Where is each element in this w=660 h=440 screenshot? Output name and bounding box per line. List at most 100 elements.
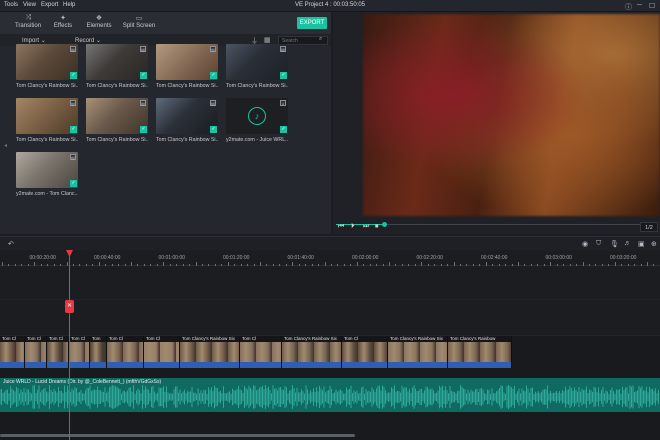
media-clip[interactable]: ▤ ✓ Tom Clancy's Rainbow Si... <box>86 44 148 89</box>
grid-view-icon[interactable]: ▦ <box>264 36 271 44</box>
info-icon[interactable]: ⓘ <box>625 2 632 12</box>
video-audio-wave <box>0 362 24 368</box>
progress-handle[interactable] <box>382 222 387 227</box>
transition-icon: ⤨ <box>25 14 31 21</box>
video-clip[interactable]: Tom Cl <box>25 336 47 368</box>
media-clip-name: y2mate.com - Juice WRL... <box>226 137 288 143</box>
video-audio-wave <box>90 362 106 368</box>
audio-thumbnail[interactable]: ♪ ♫ ✓ <box>226 98 288 134</box>
search-icon[interactable]: ⌕ <box>319 36 322 43</box>
zoom-icon[interactable]: ⊕ <box>651 240 657 248</box>
added-check-icon: ✓ <box>280 126 287 133</box>
media-clip-name: Tom Clancy's Rainbow Si... <box>16 137 78 143</box>
audio-type-icon: ♫ <box>280 100 286 106</box>
ruler-time-label: 00:03:00:00 <box>545 255 572 261</box>
export-button[interactable]: EXPORT <box>297 17 327 29</box>
prev-frame-icon[interactable]: ⏮ <box>338 223 344 231</box>
video-audio-wave <box>107 362 143 368</box>
ruler-time-label: 00:00:40:00 <box>94 255 121 261</box>
video-frames <box>240 342 281 362</box>
media-clip[interactable]: ▤ ✓ y2mate.com - Tom Clanc... <box>16 152 78 197</box>
empty-track <box>0 266 660 300</box>
video-track: Tom Cl Tom Cl Tom Cl Tom Cl Tom Tom Cl Tom Cl T… <box>0 336 660 368</box>
ruler-time-label: 00:02:20:00 <box>416 255 443 261</box>
window-title: VE Project 4 : 00:03:50:05 <box>294 2 366 8</box>
video-clip[interactable]: Tom Clancy's Rainbow <box>448 336 512 368</box>
media-clip-name: y2mate.com - Tom Clanc... <box>16 191 78 197</box>
media-clip[interactable]: ▤ ✓ Tom Clancy's Rainbow Si... <box>226 44 288 89</box>
shield-icon[interactable]: ⛉ <box>596 240 601 248</box>
video-thumbnail[interactable]: ▤ ✓ <box>16 44 78 80</box>
preview-video[interactable] <box>363 14 660 216</box>
video-clip[interactable]: Tom <box>90 336 107 368</box>
undo-icon[interactable]: ↶ <box>8 240 14 248</box>
video-thumbnail[interactable]: ▤ ✓ <box>226 44 288 80</box>
video-clip[interactable]: Tom Cl <box>69 336 90 368</box>
video-type-icon: ▤ <box>70 154 76 160</box>
video-clip[interactable]: Tom Clancy's Rainbow Six <box>180 336 240 368</box>
added-check-icon: ✓ <box>140 72 147 79</box>
play-icon[interactable]: ⏵ <box>351 223 355 231</box>
tool-elements[interactable]: ❖ Elements <box>82 14 116 29</box>
playhead-marker[interactable]: ✕ <box>65 300 74 313</box>
tool-split-screen[interactable]: ▭ Split Screen <box>120 14 158 29</box>
collapse-arrow-icon[interactable]: ◂ <box>4 142 7 149</box>
timeline-ruler[interactable]: 00:00:20:00 00:00:40:00 00:01:00:00 00:01:2… <box>0 250 660 266</box>
media-clip[interactable]: ▤ ✓ Tom Clancy's Rainbow Si... <box>16 98 78 143</box>
video-thumbnail[interactable]: ▤ ✓ <box>156 44 218 80</box>
empty-track <box>0 300 660 336</box>
record-dropdown[interactable]: Record ⌄ <box>75 37 101 44</box>
ruler-time-label: 00:01:00:00 <box>158 255 185 261</box>
added-check-icon: ✓ <box>70 72 77 79</box>
preview-progress-bar[interactable] <box>336 222 656 227</box>
video-frames <box>25 342 46 362</box>
media-clip[interactable]: ▤ ✓ Tom Clancy's Rainbow Si... <box>86 98 148 143</box>
video-clip[interactable]: Tom Clancy's Rainbow Six <box>388 336 448 368</box>
video-type-icon: ▤ <box>280 46 286 52</box>
video-clip[interactable]: Tom Cl <box>144 336 180 368</box>
voiceover-icon[interactable]: ♬ <box>624 240 631 247</box>
media-clip[interactable]: ▤ ✓ Tom Clancy's Rainbow Si... <box>156 98 218 143</box>
ruler-time-label: 00:01:20:00 <box>223 255 250 261</box>
timeline-scrollbar[interactable] <box>0 434 355 437</box>
video-clip[interactable]: Tom Cl <box>107 336 144 368</box>
video-type-icon: ▤ <box>70 100 76 106</box>
video-audio-wave <box>388 362 447 368</box>
video-thumbnail[interactable]: ▤ ✓ <box>156 98 218 134</box>
tool-effects[interactable]: ✦ Effects <box>48 14 78 29</box>
stop-icon[interactable]: ⏹ <box>375 223 379 231</box>
video-thumbnail[interactable]: ▤ ✓ <box>16 152 78 188</box>
media-clip[interactable]: ▤ ✓ Tom Clancy's Rainbow Si... <box>156 44 218 89</box>
import-dropdown[interactable]: Import ⌄ <box>22 37 46 44</box>
video-clip[interactable]: Tom Cl <box>0 336 25 368</box>
added-check-icon: ✓ <box>70 126 77 133</box>
screenshot-icon[interactable]: ▣ <box>638 240 645 248</box>
video-thumbnail[interactable]: ▤ ✓ <box>86 98 148 134</box>
video-clip[interactable]: Tom Cl <box>47 336 69 368</box>
ruler-time-label: 00:02:40:00 <box>481 255 508 261</box>
page-indicator: 1/2 <box>640 222 658 232</box>
maximize-icon[interactable]: ☐ <box>649 2 655 10</box>
minimize-icon[interactable]: ─ <box>637 2 642 9</box>
audio-track[interactable]: Juice WRLD - Lucid Dreams (Dir. by @_Col… <box>0 378 660 412</box>
video-clip[interactable]: Tom Cl <box>240 336 282 368</box>
video-frames <box>69 342 89 362</box>
media-clip-name: Tom Clancy's Rainbow Si... <box>86 137 148 143</box>
video-frames <box>144 342 179 362</box>
video-audio-wave <box>47 362 68 368</box>
video-audio-wave <box>25 362 46 368</box>
media-clip[interactable]: ▤ ✓ Tom Clancy's Rainbow Si... <box>16 44 78 89</box>
effects-icon: ✦ <box>60 15 66 22</box>
menu-bar: Tools View Export Help VE Project 4 : 00… <box>0 0 660 12</box>
playhead-line[interactable] <box>69 250 70 440</box>
video-thumbnail[interactable]: ▤ ✓ <box>16 98 78 134</box>
video-clip[interactable]: Tom Clancy's Rainbow Six <box>282 336 342 368</box>
video-clip[interactable]: Tom Cl <box>342 336 388 368</box>
video-thumbnail[interactable]: ▤ ✓ <box>86 44 148 80</box>
media-clip[interactable]: ♪ ♫ ✓ y2mate.com - Juice WRL... <box>226 98 288 143</box>
tool-transition[interactable]: ⤨ Transition <box>10 14 46 29</box>
next-frame-icon[interactable]: ⏭ <box>363 223 369 231</box>
microphone-icon[interactable]: 🎙 <box>610 240 619 248</box>
video-audio-wave <box>282 362 341 368</box>
render-icon[interactable]: ◉ <box>582 240 588 248</box>
